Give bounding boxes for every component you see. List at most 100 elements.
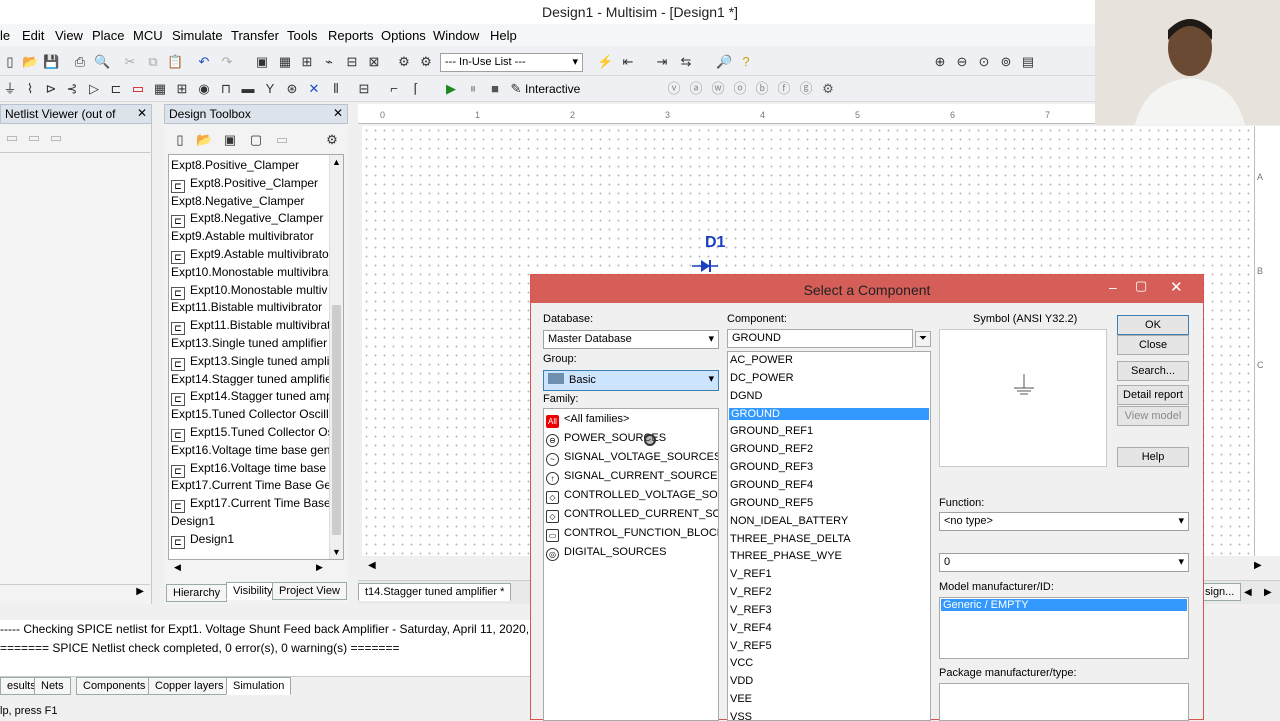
menu-edit[interactable]: Edit (22, 28, 44, 43)
frequency-counter-icon[interactable]: ⓕ (776, 81, 792, 97)
tab-project-view[interactable]: Project View (272, 582, 347, 600)
run-icon[interactable]: ▶ (443, 81, 459, 97)
mcu-icon[interactable]: ▦ (152, 81, 168, 97)
ok-button[interactable]: OK (1117, 315, 1189, 335)
package-list[interactable] (939, 683, 1189, 721)
stop-icon[interactable]: ■ (487, 81, 503, 97)
cmos-icon[interactable]: ▭ (130, 81, 146, 97)
function-value-dropdown[interactable]: 0 (939, 553, 1189, 572)
bode-plotter-icon[interactable]: ⓑ (754, 81, 770, 97)
tab-design1[interactable]: sign... (1198, 583, 1242, 601)
tree-item[interactable]: ⊏ Expt8.Positive_Clamper (171, 176, 331, 193)
menu-reports[interactable]: Reports (328, 28, 374, 43)
print-preview-icon[interactable]: 🔍 (94, 54, 110, 70)
component-item[interactable]: V_REF4 (730, 622, 772, 634)
search-button[interactable]: Search... (1117, 361, 1189, 381)
diode-symbol[interactable] (692, 259, 718, 273)
mixed-icon[interactable]: ⊞ (174, 81, 190, 97)
tree-item[interactable]: Design1 (171, 514, 331, 528)
database-dropdown[interactable]: Master Database (543, 330, 719, 349)
family-item[interactable]: ▭ CONTROL_FUNCTION_BLOCKS (546, 527, 718, 542)
tree-item[interactable]: Expt16.Voltage time base gen (171, 443, 331, 457)
tree-item[interactable]: ⊏ Expt16.Voltage time base g (171, 461, 331, 478)
tab-components[interactable]: Components (76, 677, 153, 695)
menu-simulate[interactable]: Simulate (172, 28, 223, 43)
source-icon[interactable]: ⏚ (2, 81, 18, 97)
component-item[interactable]: GROUND_REF3 (730, 461, 813, 473)
design-tree-scrollbar[interactable]: ▲ ▼ (329, 155, 343, 559)
indicator-icon[interactable]: ◉ (196, 81, 212, 97)
component-item[interactable]: THREE_PHASE_DELTA (730, 533, 851, 545)
family-item[interactable]: ◎ DIGITAL_SOURCES (546, 546, 667, 561)
tab-stagger-tuned[interactable]: t14.Stagger tuned amplifier * (358, 583, 512, 601)
component-item[interactable]: AC_POWER (730, 354, 793, 366)
cut-icon[interactable]: ✂ (122, 54, 138, 70)
component-item[interactable]: GROUND_REF1 (730, 425, 813, 437)
arrow-up-icon[interactable]: ▲ (332, 157, 341, 167)
tree-item[interactable]: Expt15.Tuned Collector Oscill (171, 407, 331, 421)
print-icon[interactable]: ⎙ (72, 54, 88, 70)
word-generator-icon[interactable]: ⓖ (798, 81, 814, 97)
new-doc-icon[interactable]: ▯ (172, 132, 188, 148)
database-icon[interactable]: ⊞ (299, 54, 315, 70)
tree-item[interactable]: Expt8.Positive_Clamper (171, 158, 331, 172)
component-list[interactable]: AC_POWER DC_POWER DGND GROUND GROUND_REF1 GRO… (727, 351, 931, 721)
menu-tools[interactable]: Tools (287, 28, 317, 43)
model-list[interactable]: Generic / EMPTY (939, 597, 1189, 659)
function-dropdown[interactable]: <no type> (939, 512, 1189, 531)
arrow-left-icon[interactable]: ◀ (174, 562, 181, 573)
multimeter-icon[interactable]: ⓥ (666, 81, 682, 97)
power-comp-icon[interactable]: ⊓ (218, 81, 234, 97)
arrow-right-icon[interactable]: ▶ (1264, 587, 1272, 598)
misc-icon[interactable]: ▬ (240, 81, 256, 97)
menu-transfer[interactable]: Transfer (231, 28, 279, 43)
rf-icon[interactable]: Y (262, 81, 278, 97)
interactive-label[interactable]: Interactive (525, 82, 580, 96)
component-item[interactable]: GROUND (729, 407, 929, 420)
tree-item[interactable]: ⊏ Expt10.Monostable multiv (171, 283, 331, 300)
tree-item[interactable]: Expt9.Astable multivibrator (171, 229, 331, 243)
scroll-thumb[interactable] (332, 305, 341, 535)
component-item[interactable]: DC_POWER (730, 372, 794, 384)
component-item[interactable]: VDD (730, 675, 753, 687)
component-wizard-icon[interactable]: ⚙ (418, 54, 434, 70)
tab-simulation[interactable]: Simulation (226, 677, 292, 695)
menu-view[interactable]: View (55, 28, 83, 43)
zoom-fit-icon[interactable]: ⊚ (998, 54, 1014, 70)
new-file-icon[interactable]: ▯ (2, 54, 18, 70)
menu-mcu[interactable]: MCU (133, 28, 163, 43)
family-item[interactable]: ◇ CONTROLLED_CURRENT_SOUF (546, 508, 718, 523)
tree-item[interactable]: ⊏ Expt9.Astable multivibrato (171, 247, 331, 264)
tree-item[interactable]: Expt13.Single tuned amplifier (171, 336, 331, 350)
tree-item[interactable]: ⊏ Expt17.Current Time Base (171, 496, 331, 514)
spreadsheet-icon[interactable]: ▦ (277, 54, 293, 70)
family-list[interactable]: All <All families> ⊖ POWER_SOURCES ~ SIGNAL… (543, 408, 719, 721)
arrow-left-icon[interactable]: ◀ (368, 560, 376, 571)
copy-netlist-icon[interactable]: ▭ (48, 130, 64, 146)
family-item[interactable]: ◇ CONTROLLED_VOLTAGE_SOUR (546, 489, 718, 504)
undo-icon[interactable]: ↶ (196, 54, 212, 70)
tree-item[interactable]: Expt11.Bistable multivibrator (171, 300, 331, 314)
component-input[interactable]: GROUND (727, 329, 913, 348)
component-item[interactable]: THREE_PHASE_WYE (730, 550, 842, 562)
transistor-icon[interactable]: ⊰ (64, 81, 80, 97)
component-item[interactable]: V_REF5 (730, 640, 772, 652)
component-item[interactable]: GROUND_REF2 (730, 443, 813, 455)
arrow-right-icon[interactable]: ▶ (1254, 560, 1262, 571)
close-icon[interactable]: ✕ (1170, 278, 1183, 296)
find-examples-icon[interactable]: 🔎 (716, 54, 732, 70)
open-folder-icon[interactable]: 📂 (22, 54, 38, 70)
arrow-down-icon[interactable]: ▼ (332, 547, 341, 557)
tree-item[interactable]: ⊏ Expt13.Single tuned ampli (171, 354, 331, 371)
postprocessor-icon[interactable]: ⊟ (344, 54, 360, 70)
tree-item[interactable]: Expt17.Current Time Base Ger (171, 478, 331, 492)
component-item[interactable]: GROUND_REF5 (730, 497, 813, 509)
bus-icon[interactable]: ⌐ (386, 81, 402, 97)
view-model-button[interactable]: View model (1117, 406, 1189, 426)
tree-item[interactable]: ⊏ Expt11.Bistable multivibrat (171, 318, 331, 336)
zoom-area-icon[interactable]: ⊙ (976, 54, 992, 70)
tree-item[interactable]: ⊏ Design1 (171, 532, 331, 549)
ttl-icon[interactable]: ⊏ (108, 81, 124, 97)
design-tree-hscroll[interactable]: ◀ ▶ (168, 560, 330, 576)
erc-icon[interactable]: ⚡ (597, 54, 613, 70)
